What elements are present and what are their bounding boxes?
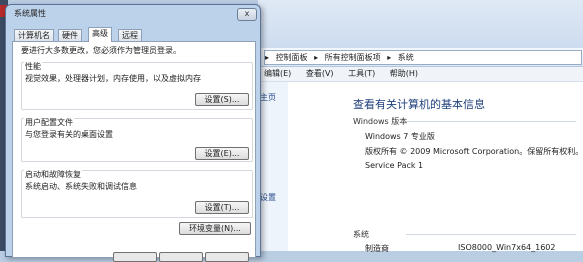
navigation-pane: 主页 设置: [258, 82, 288, 251]
tab-remote[interactable]: 远程: [118, 29, 142, 41]
nav-item-settings[interactable]: 设置: [260, 192, 276, 203]
menu-item-tools[interactable]: 工具(T): [348, 69, 375, 78]
performance-title: 性能: [24, 61, 42, 72]
section-divider: [406, 234, 576, 235]
windows-edition-value: Windows 7 专业版: [365, 132, 435, 141]
explorer-titlebar: [258, 0, 583, 48]
menu-item-view[interactable]: 查看(V): [306, 69, 334, 78]
user-profiles-title: 用户配置文件: [24, 117, 74, 128]
menu-item-edit[interactable]: 编辑(E): [264, 69, 291, 78]
user-profiles-description: 与您登录有关的桌面设置: [25, 130, 113, 139]
nav-item-home[interactable]: 主页: [260, 92, 276, 103]
startup-recovery-description: 系统启动、系统失败和调试信息: [25, 182, 137, 191]
ok-button[interactable]: [113, 252, 157, 262]
nav-arrow-icon: ▸: [265, 53, 270, 62]
system-properties-dialog: 系统属性 x 计算机名 硬件 高级 远程 要进行大多数更改，您必须作为管理员登录…: [5, 4, 261, 262]
breadcrumb-item[interactable]: 控制面板: [276, 53, 308, 62]
breadcrumb-separator-icon: ▸: [387, 53, 392, 62]
system-control-panel-window: ▸ 控制面板 ▸ 所有控制面板项 ▸ 系统 编辑(E) 查看(V) 工具(T) …: [258, 48, 583, 253]
menu-bar: 编辑(E) 查看(V) 工具(T) 帮助(H): [258, 67, 583, 82]
copyright-text: 版权所有 © 2009 Microsoft Corporation。保留所有权利…: [365, 147, 583, 156]
system-section-label: 系统: [353, 230, 369, 239]
tab-computer-name[interactable]: 计算机名: [14, 29, 54, 41]
service-pack-value: Service Pack 1: [365, 161, 424, 170]
windows-edition-label: Windows 版本: [353, 117, 408, 126]
performance-description: 视觉效果，处理器计划，内存使用，以及虚拟内存: [25, 74, 201, 83]
breadcrumb-separator-icon: ▸: [314, 53, 319, 62]
menu-item-help[interactable]: 帮助(H): [390, 69, 418, 78]
user-profiles-group: 用户配置文件 与您登录有关的桌面设置 设置(E)...: [21, 117, 253, 162]
address-input[interactable]: ▸ 控制面板 ▸ 所有控制面板项 ▸ 系统: [264, 50, 582, 65]
dialog-title: 系统属性: [14, 9, 46, 18]
startup-recovery-group: 启动和故障恢复 系统启动、系统失败和调试信息 设置(T)...: [21, 169, 253, 218]
startup-recovery-title: 启动和故障恢复: [24, 169, 82, 180]
tab-advanced[interactable]: 高级: [88, 27, 112, 42]
cancel-button[interactable]: [159, 252, 203, 262]
close-icon[interactable]: x: [237, 8, 257, 21]
environment-variables-button[interactable]: 环境变量(N)...: [179, 222, 251, 235]
performance-group: 性能 视觉效果，处理器计划，内存使用，以及虚拟内存 设置(S)...: [21, 61, 253, 110]
manufacturer-label: 制造商: [365, 244, 389, 253]
address-bar: ▸ 控制面板 ▸ 所有控制面板项 ▸ 系统: [258, 48, 583, 67]
performance-settings-button[interactable]: 设置(S)...: [195, 93, 249, 106]
user-profiles-settings-button[interactable]: 设置(E)...: [195, 147, 249, 160]
startup-settings-button[interactable]: 设置(T)...: [195, 201, 249, 214]
apply-button[interactable]: [205, 252, 249, 262]
breadcrumb-item[interactable]: 所有控制面板项: [325, 53, 381, 62]
page-title: 查看有关计算机的基本信息: [353, 98, 485, 111]
tab-hardware[interactable]: 硬件: [58, 29, 82, 41]
admin-note: 要进行大多数更改，您必须作为管理员登录。: [21, 46, 181, 55]
advanced-tab-panel: 要进行大多数更改，您必须作为管理员登录。 性能 视觉效果，处理器计划，内存使用，…: [12, 41, 256, 258]
section-divider: [406, 121, 576, 122]
breadcrumb-item[interactable]: 系统: [398, 53, 414, 62]
